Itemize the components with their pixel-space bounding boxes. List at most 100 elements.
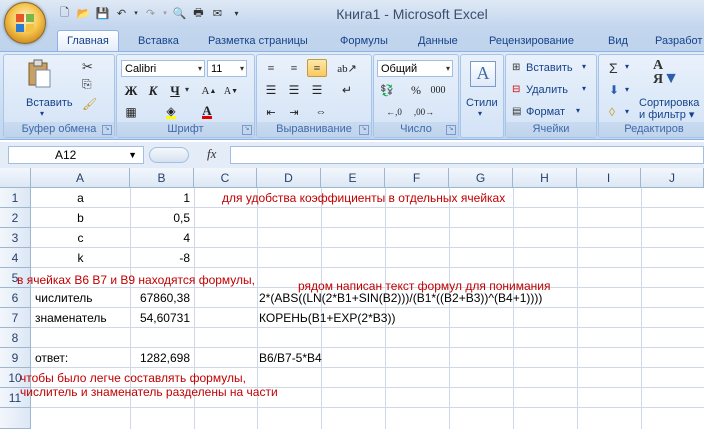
tab-review[interactable]: Рецензирование — [489, 32, 574, 51]
fill-dropdown-icon[interactable]: ▾ — [625, 85, 629, 94]
insert-dropdown-icon[interactable]: ▾ — [582, 62, 586, 71]
tab-page-layout[interactable]: Разметка страницы — [208, 32, 308, 51]
cell-a4[interactable]: k — [31, 248, 130, 268]
tab-developer[interactable]: Разработ — [655, 32, 702, 51]
cell-d7[interactable]: КОРЕНЬ(B1+EXP(2*B3)) — [259, 308, 395, 328]
row-header-1[interactable]: 1 — [0, 188, 31, 208]
delete-dropdown-icon[interactable]: ▾ — [582, 84, 586, 93]
row-header-8[interactable]: 8 — [0, 328, 31, 348]
row-header-9[interactable]: 9 — [0, 348, 31, 368]
column-header-b[interactable]: B — [130, 168, 194, 188]
decrease-indent-icon[interactable]: ⇤ — [261, 103, 281, 121]
tab-insert[interactable]: Вставка — [138, 32, 179, 51]
underline-button[interactable]: Ч — [165, 82, 185, 100]
tab-data[interactable]: Данные — [418, 32, 458, 51]
decrease-font-icon[interactable]: A ▼ — [221, 82, 241, 100]
styles-button[interactable]: Стили — [466, 97, 498, 109]
format-painter-icon[interactable]: 🖌 — [82, 97, 97, 111]
cell-b1[interactable]: 1 — [130, 188, 190, 208]
column-header-c[interactable]: C — [194, 168, 257, 188]
font-name-select[interactable]: Calibri ▾ — [121, 60, 205, 77]
number-launcher-icon[interactable]: ↘ — [446, 125, 456, 135]
paste-dropdown-icon[interactable]: ▾ — [40, 109, 44, 118]
column-header-g[interactable]: G — [449, 168, 513, 188]
insert-function-icon[interactable]: fx — [207, 146, 216, 162]
number-format-select[interactable]: Общий ▾ — [377, 60, 453, 77]
cell-d9[interactable]: B6/B7-5*B4 — [259, 348, 322, 368]
cell-b6[interactable]: 67860,38 — [130, 288, 190, 308]
cell-a1[interactable]: a — [31, 188, 130, 208]
align-left-icon[interactable]: ☰ — [261, 81, 281, 99]
cell-a2[interactable]: b — [31, 208, 130, 228]
column-header-a[interactable]: A — [31, 168, 130, 188]
cell-b9[interactable]: 1282,698 — [130, 348, 190, 368]
merge-center-icon[interactable]: ⇔ — [311, 103, 331, 121]
align-center-icon[interactable]: ☰ — [284, 81, 304, 99]
bold-button[interactable]: Ж — [121, 82, 141, 100]
formula-splitter[interactable] — [149, 147, 189, 163]
tab-view[interactable]: Вид — [608, 32, 628, 51]
increase-font-icon[interactable]: A ▲ — [199, 82, 219, 100]
sort-filter-button[interactable]: Сортировка и фильтр ▾ — [639, 97, 699, 121]
align-right-icon[interactable]: ☰ — [307, 81, 327, 99]
tab-home[interactable]: Главная — [57, 30, 119, 52]
percent-button[interactable]: % — [406, 81, 426, 99]
clear-dropdown-icon[interactable]: ▾ — [625, 107, 629, 116]
select-all-corner[interactable] — [0, 168, 31, 188]
insert-cells-button[interactable]: Вставить — [526, 62, 573, 74]
row-header-4[interactable]: 4 — [0, 248, 31, 268]
styles-dropdown-icon[interactable]: ▾ — [478, 109, 482, 118]
align-middle-icon[interactable]: ≡ — [284, 59, 304, 77]
paste-button[interactable]: Вставить — [26, 97, 73, 109]
styles-icon[interactable]: A — [470, 61, 496, 87]
row-header-6[interactable]: 6 — [0, 288, 31, 308]
cell-a3[interactable]: c — [31, 228, 130, 248]
cell-a9[interactable]: ответ: — [35, 348, 68, 368]
cut-icon[interactable]: ✂ — [82, 59, 93, 75]
clipboard-launcher-icon[interactable]: ↘ — [102, 125, 112, 135]
cell-a7[interactable]: знаменатель — [35, 308, 107, 328]
align-bottom-icon[interactable]: ≡ — [307, 59, 327, 77]
wrap-text-icon[interactable]: ↵ — [337, 81, 357, 99]
row-header-7[interactable]: 7 — [0, 308, 31, 328]
format-cells-button[interactable]: Формат — [526, 106, 565, 118]
office-button[interactable] — [4, 2, 46, 44]
column-header-j[interactable]: J — [641, 168, 704, 188]
alignment-launcher-icon[interactable]: ↘ — [359, 125, 369, 135]
underline-dropdown-icon[interactable]: ▾ — [185, 85, 189, 94]
tab-formulas[interactable]: Формулы — [340, 32, 388, 51]
row-header-12[interactable] — [0, 408, 31, 429]
cell-b2[interactable]: 0,5 — [130, 208, 190, 228]
copy-icon[interactable]: ⎘ — [82, 77, 92, 92]
align-top-icon[interactable]: ≡ — [261, 59, 281, 77]
fill-color-icon[interactable]: ◈ — [161, 103, 181, 121]
orientation-icon[interactable]: ab↗ — [337, 59, 357, 77]
font-size-select[interactable]: 11 ▾ — [207, 60, 247, 77]
row-header-2[interactable]: 2 — [0, 208, 31, 228]
column-header-i[interactable]: I — [577, 168, 641, 188]
autosum-icon[interactable]: Σ — [609, 60, 618, 76]
row-header-3[interactable]: 3 — [0, 228, 31, 248]
cell-b4[interactable]: -8 — [130, 248, 190, 268]
thousands-button[interactable]: 000 — [428, 81, 448, 99]
increase-decimal-icon[interactable]: ←,0 — [384, 103, 404, 121]
borders-icon[interactable]: ▦ — [121, 103, 141, 121]
format-dropdown-icon[interactable]: ▾ — [576, 106, 580, 115]
currency-icon[interactable]: 💱 — [377, 81, 397, 99]
column-header-f[interactable]: F — [385, 168, 449, 188]
cell-a6[interactable]: числитель — [35, 288, 93, 308]
name-box[interactable]: A12 ▼ — [8, 146, 144, 164]
font-color-icon[interactable]: A — [197, 103, 217, 121]
column-header-d[interactable]: D — [257, 168, 321, 188]
increase-indent-icon[interactable]: ⇥ — [284, 103, 304, 121]
cell-b3[interactable]: 4 — [130, 228, 190, 248]
formula-input[interactable] — [230, 146, 704, 164]
decrease-decimal-icon[interactable]: ,00→ — [414, 103, 434, 121]
column-header-h[interactable]: H — [513, 168, 577, 188]
font-launcher-icon[interactable]: ↘ — [242, 125, 252, 135]
clear-icon[interactable]: ◊ — [609, 105, 615, 119]
fill-icon[interactable]: ⬇ — [609, 83, 619, 97]
paste-icon[interactable] — [26, 59, 52, 89]
italic-button[interactable]: К — [143, 82, 163, 100]
name-box-dropdown-icon[interactable]: ▼ — [128, 147, 137, 163]
